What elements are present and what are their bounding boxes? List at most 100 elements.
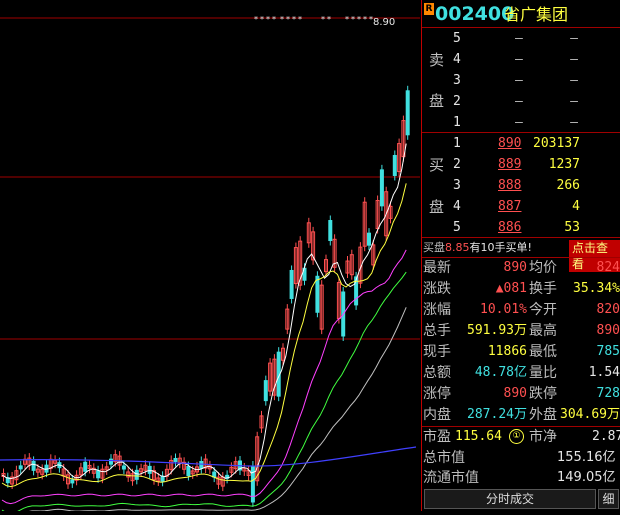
buy-notice[interactable]: 买盘8.85有10手买单! [423,239,532,257]
candle-body [160,475,165,482]
candle-body [392,154,397,176]
buy-row-price[interactable]: 889 [498,156,521,174]
mark-glyph: * [345,15,349,24]
pe-info-icon[interactable]: ① [508,428,524,446]
candle-body [315,275,320,313]
buy-row-price[interactable]: 886 [498,219,521,237]
sell-row-level: 3 [453,73,461,88]
info-circle-icon: ① [509,429,524,444]
sell-row-price[interactable]: – [515,30,523,48]
candle-body [379,169,384,207]
candle-body [31,460,36,471]
divider [422,426,620,427]
buy-notice-suffix: 有10手买单! [469,241,532,254]
candle-body [83,461,88,472]
stat-label: 换手 [529,281,557,297]
tab-detail[interactable]: 细 [598,489,619,509]
pe-value: 115.64 [455,429,502,444]
pb-label: 市净 [529,429,557,445]
candle-body [70,479,75,484]
mark-glyph: * [351,15,355,24]
buy-row-price[interactable]: 890 [498,135,521,153]
buy-notice-prefix: 买盘 [423,241,445,254]
stat-value: 728 [596,386,620,401]
buy-row-price[interactable]: 887 [498,198,521,216]
stat-value: 1.54 [588,365,620,380]
buy-notice-price: 8.85 [445,241,470,254]
stat-label: 涨跌 [423,281,451,297]
buy-row-level: 1 [453,136,461,151]
buy-row-price[interactable]: 888 [498,177,521,195]
stat-value: 890 [503,260,527,275]
buy-row-level: 2 [453,157,461,172]
candle-body [263,380,268,402]
stat-value: 890 [503,386,527,401]
stat-value: 591.93万 [467,323,527,338]
stat-label: 总额 [423,365,451,381]
stat-label: 跌停 [529,386,557,402]
stat-value: 820 [596,302,620,317]
candle-body [147,465,152,474]
stat-value: 48.78亿 [474,365,527,380]
buy-side-label-bottom: 盘 [429,198,445,216]
candle-body [109,458,113,465]
stat-value: 785 [596,344,620,359]
sell-row-price[interactable]: – [515,93,523,111]
r-badge: R [424,3,434,15]
sell-side-label-bottom: 盘 [429,92,445,110]
sell-row-volume: – [570,52,578,67]
sell-row-volume: – [570,94,578,109]
stat-label: 量比 [529,365,557,381]
mark-glyph: * [357,15,361,24]
mark-glyph: * [260,15,264,24]
sell-row-volume: – [570,73,578,88]
sell-row-level: 5 [453,31,461,46]
sell-row-price[interactable]: – [515,72,523,90]
quote-panel: R 002400 省广集团 卖 盘 5 – – 4 – – 3 – – 2 – – 1 – – 买 盘 1 8… [421,0,620,511]
sell-row-level: 2 [453,94,461,109]
buy-row-level: 3 [453,178,461,193]
mark-glyph: * [266,15,270,24]
candle-body [134,469,139,480]
stat-label: 涨幅 [423,302,451,318]
price-marker-label: 8.90 [373,17,395,28]
divider [422,257,620,258]
candle-body [96,470,101,479]
mark-glyph: * [327,15,331,24]
buy-row-volume: 4 [572,199,580,214]
mark-glyph: * [272,15,276,24]
buy-row-volume: 266 [556,178,580,193]
sell-row-level: 4 [453,52,461,67]
float-cap-value: 149.05亿 [557,470,616,485]
sell-row-price[interactable]: – [515,114,523,132]
moving-average-line [0,446,417,467]
stat-label: 均价 [529,260,557,276]
candle-body [405,90,410,136]
sell-row-volume: – [570,115,578,130]
stock-name: 省广集团 [504,5,569,24]
candle-body [289,269,294,299]
divider [422,237,620,238]
buy-row-level: 5 [453,220,461,235]
stat-value: 890 [596,323,620,338]
kline-chart[interactable]: * * * * * * * * * * * * * * * 8.90 [0,0,420,515]
stat-value: 824 [596,260,620,275]
moving-average-line [2,307,407,515]
buy-side-label-top: 买 [429,156,445,174]
mark-glyph: * [321,15,325,24]
mark-glyph: * [286,15,290,24]
pb-value: 2.87 [592,429,620,444]
stat-label: 现手 [423,344,451,360]
tab-time-sales[interactable]: 分时成交 [424,489,596,509]
candle-body [199,461,204,470]
buy-row-volume: 1237 [548,157,580,172]
candle-body [186,465,191,476]
sell-row-price[interactable]: – [515,51,523,69]
stock-code: 002400 [435,3,515,25]
mark-glyph: * [292,15,296,24]
stat-label: 最低 [529,344,557,360]
stat-label: 总手 [423,323,451,339]
stat-label: 涨停 [423,386,451,402]
candle-body [367,232,371,246]
kline-chart-svg[interactable]: * * * * * * * * * * * * * * * 8.90 [0,0,420,515]
